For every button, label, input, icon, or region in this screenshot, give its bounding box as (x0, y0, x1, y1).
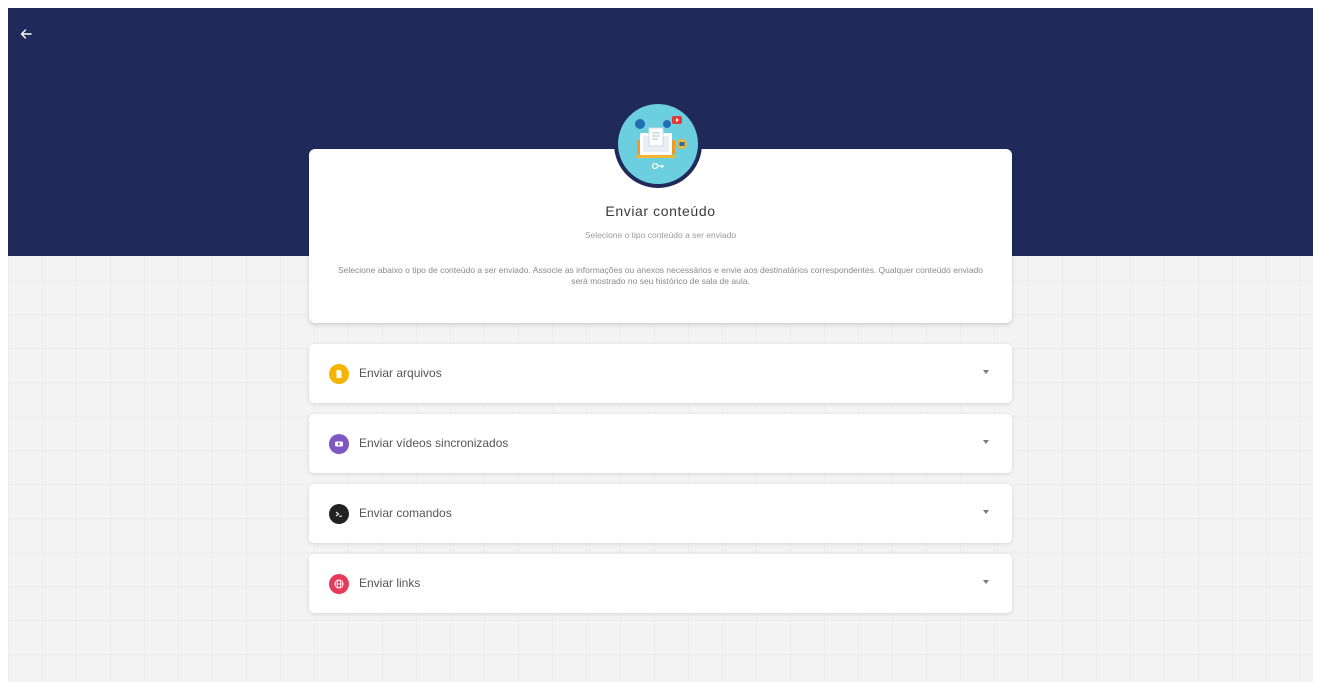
panel-label: Enviar arquivos (359, 366, 442, 380)
terminal-icon (329, 504, 349, 524)
card-subtitle: Selecione o tipo conteúdo a ser enviado (584, 230, 737, 240)
panel-send-synced-videos[interactable]: Enviar vídeos sincronizados (309, 414, 1012, 473)
panel-send-links[interactable]: Enviar links (309, 554, 1012, 613)
panel-label: Enviar comandos (359, 506, 452, 520)
card-description: Selecione abaixo o tipo de conteúdo a se… (338, 265, 983, 286)
chevron-down-icon (983, 370, 989, 374)
back-button[interactable] (14, 22, 38, 46)
app-frame: Enviar conteúdo Selecione o tipo conteúd… (8, 8, 1313, 682)
panel-label: Enviar links (359, 576, 421, 590)
arrow-left-icon (20, 29, 32, 39)
content-sharing-illustration-icon (614, 100, 702, 188)
file-icon (329, 364, 349, 384)
globe-icon (329, 574, 349, 594)
chevron-down-icon (983, 510, 989, 514)
panel-label: Enviar vídeos sincronizados (359, 436, 509, 450)
video-icon (329, 434, 349, 454)
panel-send-files[interactable]: Enviar arquivos (309, 344, 1012, 403)
chevron-down-icon (983, 440, 989, 444)
chevron-down-icon (983, 580, 989, 584)
card-title: Enviar conteúdo (605, 203, 716, 219)
panel-send-commands[interactable]: Enviar comandos (309, 484, 1012, 543)
